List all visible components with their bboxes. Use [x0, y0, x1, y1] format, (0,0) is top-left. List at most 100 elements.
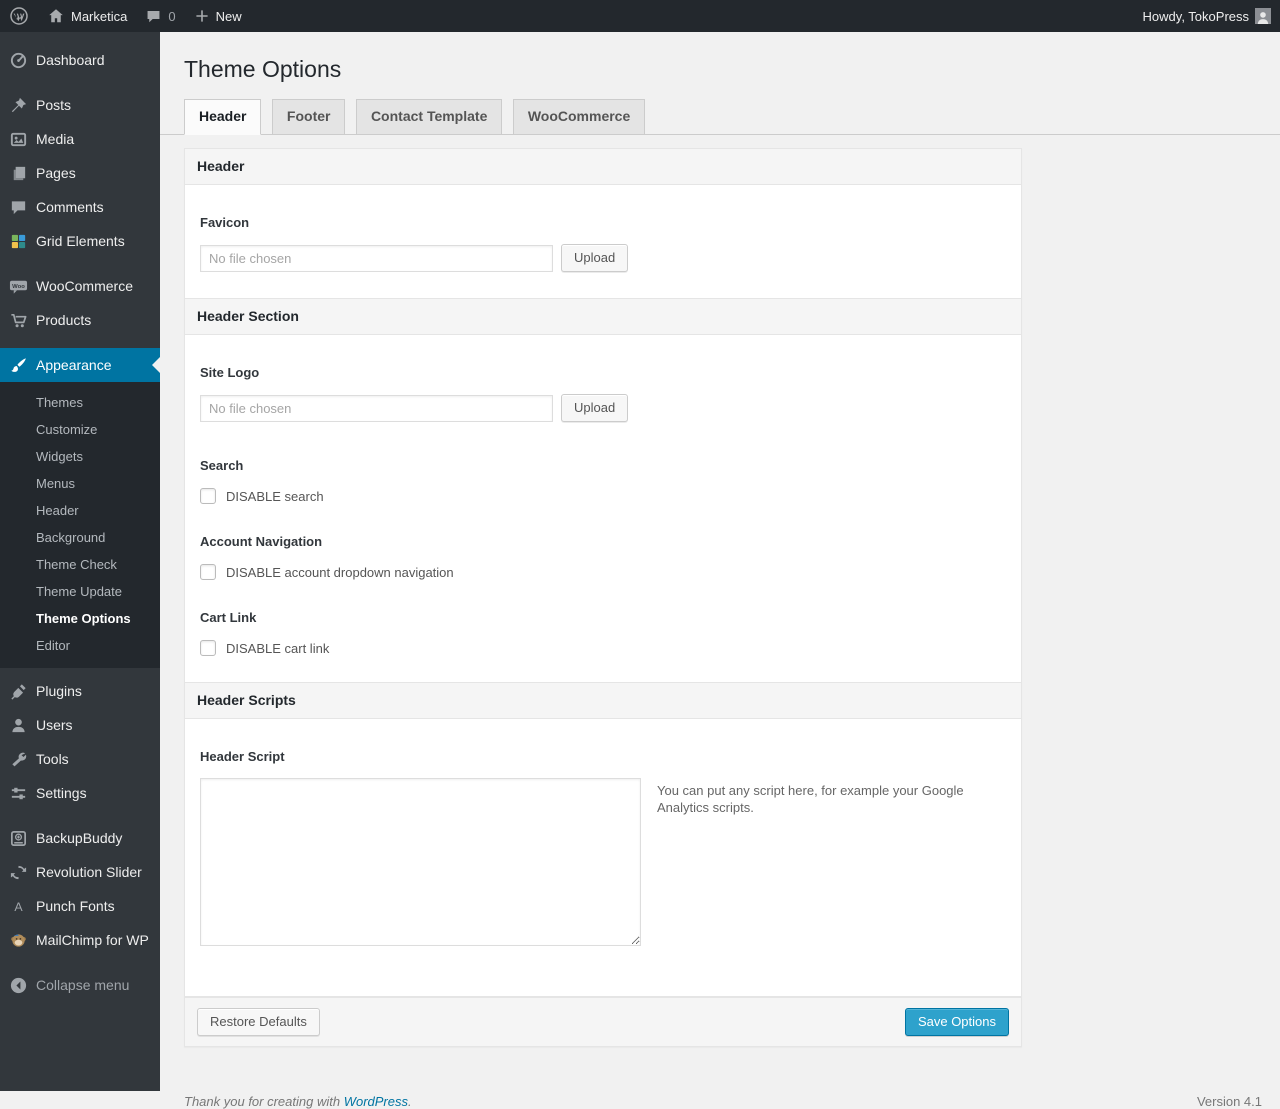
wrench-icon: [0, 750, 36, 769]
sidebar-item-revolution-slider[interactable]: Revolution Slider: [0, 855, 160, 889]
submenu-item-theme-check[interactable]: Theme Check: [0, 551, 160, 578]
svg-text:A: A: [14, 899, 23, 913]
collapse-menu-button[interactable]: Collapse menu: [0, 968, 160, 1002]
sidebar-item-label: Revolution Slider: [36, 864, 142, 880]
disable-account-nav-label: DISABLE account dropdown navigation: [226, 564, 454, 580]
site-logo-upload-button[interactable]: Upload: [561, 394, 629, 422]
submenu-item-header[interactable]: Header: [0, 497, 160, 524]
sidebar-item-label: Users: [36, 717, 73, 733]
tab-footer[interactable]: Footer: [271, 99, 346, 135]
comment-count: 0: [168, 8, 176, 24]
header-script-label: Header Script: [200, 749, 285, 764]
disable-search-checkbox[interactable]: [200, 488, 216, 504]
restore-defaults-button[interactable]: Restore Defaults: [197, 1008, 320, 1036]
sidebar-item-label: Settings: [36, 785, 87, 801]
search-label: Search: [200, 458, 244, 473]
sidebar-item-media[interactable]: Media: [0, 122, 160, 156]
woocommerce-icon: Woo: [0, 277, 36, 296]
footer-thanks-prefix: Thank you for creating with: [184, 1094, 344, 1109]
sidebar-item-label: Punch Fonts: [36, 898, 115, 914]
sidebar-item-label: MailChimp for WP: [36, 932, 149, 948]
page-title: Theme Options: [184, 56, 342, 82]
sidebar-item-comments[interactable]: Comments: [0, 190, 160, 224]
comment-icon: [0, 198, 36, 217]
sidebar-item-mailchimp[interactable]: MailChimp for WP: [0, 923, 160, 957]
wordpress-link[interactable]: WordPress: [344, 1094, 408, 1109]
grid-elements-icon: [0, 232, 36, 251]
brush-icon: [0, 356, 36, 375]
wordpress-logo-icon: [9, 6, 29, 26]
appearance-submenu: Themes Customize Widgets Menus Header Ba…: [0, 382, 160, 668]
site-link[interactable]: Marketica: [38, 0, 136, 32]
admin-bar: Marketica 0 New Howdy, TokoPress: [0, 0, 1280, 32]
sidebar-item-label: Appearance: [36, 357, 112, 373]
submenu-item-theme-update[interactable]: Theme Update: [0, 578, 160, 605]
favicon-upload-button[interactable]: Upload: [561, 244, 629, 272]
disable-cart-link-checkbox[interactable]: [200, 640, 216, 656]
section-header-scripts-title: Header Scripts: [185, 683, 1021, 719]
sidebar-item-label: Tools: [36, 751, 69, 767]
sidebar-item-woocommerce[interactable]: Woo WooCommerce: [0, 269, 160, 303]
sidebar-item-label: WooCommerce: [36, 278, 133, 294]
panel-footer: Restore Defaults Save Options: [185, 997, 1021, 1046]
tab-woocommerce[interactable]: WooCommerce: [512, 99, 646, 135]
sidebar-item-grid-elements[interactable]: Grid Elements: [0, 224, 160, 258]
submenu-item-widgets[interactable]: Widgets: [0, 443, 160, 470]
header-script-textarea[interactable]: [200, 778, 641, 946]
sidebar-item-appearance[interactable]: Appearance: [0, 348, 160, 382]
wordpress-logo-menu[interactable]: [0, 0, 38, 32]
user-icon: [0, 716, 36, 735]
monkey-icon: [0, 931, 36, 950]
sidebar-item-tools[interactable]: Tools: [0, 742, 160, 776]
submenu-item-editor[interactable]: Editor: [0, 632, 160, 659]
collapse-menu-label: Collapse menu: [36, 977, 130, 993]
favicon-file-input[interactable]: [200, 244, 553, 272]
tab-header[interactable]: Header: [184, 99, 262, 135]
sidebar-item-label: Grid Elements: [36, 233, 125, 249]
disable-cart-link-label: DISABLE cart link: [226, 640, 330, 656]
sidebar-item-plugins[interactable]: Plugins: [0, 674, 160, 708]
my-account-menu[interactable]: Howdy, TokoPress: [1134, 0, 1280, 32]
tab-contact-template[interactable]: Contact Template: [355, 99, 503, 135]
comments-shortcut[interactable]: 0: [136, 0, 184, 32]
section-header-title: Header: [185, 149, 1021, 185]
new-label: New: [215, 8, 242, 24]
sidebar-item-backupbuddy[interactable]: BackupBuddy: [0, 821, 160, 855]
submenu-item-background[interactable]: Background: [0, 524, 160, 551]
site-logo-file-input[interactable]: [200, 394, 553, 422]
cart-icon: [0, 311, 36, 330]
page-footer: Thank you for creating with WordPress. V…: [184, 1094, 1262, 1109]
refresh-icon: [0, 863, 36, 882]
admin-sidebar: Dashboard Posts Media Pages Comments Gri…: [0, 32, 160, 1091]
sidebar-item-pages[interactable]: Pages: [0, 156, 160, 190]
submenu-item-customize[interactable]: Customize: [0, 416, 160, 443]
sidebar-item-label: Media: [36, 131, 75, 147]
sliders-icon: [0, 784, 36, 803]
sidebar-item-users[interactable]: Users: [0, 708, 160, 742]
sidebar-item-products[interactable]: Products: [0, 303, 160, 337]
avatar: [1255, 8, 1271, 24]
save-options-button[interactable]: Save Options: [904, 1008, 1009, 1036]
disable-search-label: DISABLE search: [226, 488, 324, 504]
submenu-item-menus[interactable]: Menus: [0, 470, 160, 497]
submenu-item-theme-options[interactable]: Theme Options: [0, 605, 160, 632]
sidebar-item-dashboard[interactable]: Dashboard: [0, 43, 160, 77]
sidebar-item-posts[interactable]: Posts: [0, 88, 160, 122]
submenu-item-themes[interactable]: Themes: [0, 389, 160, 416]
sidebar-item-punch-fonts[interactable]: A Punch Fonts: [0, 889, 160, 923]
new-content-menu[interactable]: New: [185, 0, 251, 32]
favicon-label: Favicon: [200, 215, 250, 230]
section-header-body: Favicon Upload: [185, 185, 1021, 299]
sidebar-item-label: Dashboard: [36, 52, 105, 68]
sidebar-item-label: Products: [36, 312, 92, 328]
disable-account-nav-checkbox[interactable]: [200, 564, 216, 580]
footer-version: Version 4.1: [1196, 1094, 1262, 1109]
backup-icon: [0, 829, 36, 848]
header-script-hint: You can put any script here, for example…: [657, 783, 964, 815]
sidebar-item-label: Comments: [36, 199, 104, 215]
plug-icon: [0, 682, 36, 701]
sidebar-item-settings[interactable]: Settings: [0, 776, 160, 810]
site-name: Marketica: [71, 8, 128, 24]
comment-bubble-icon: [145, 8, 162, 25]
section-header-scripts-body: Header Script You can put any script her…: [185, 719, 1021, 997]
